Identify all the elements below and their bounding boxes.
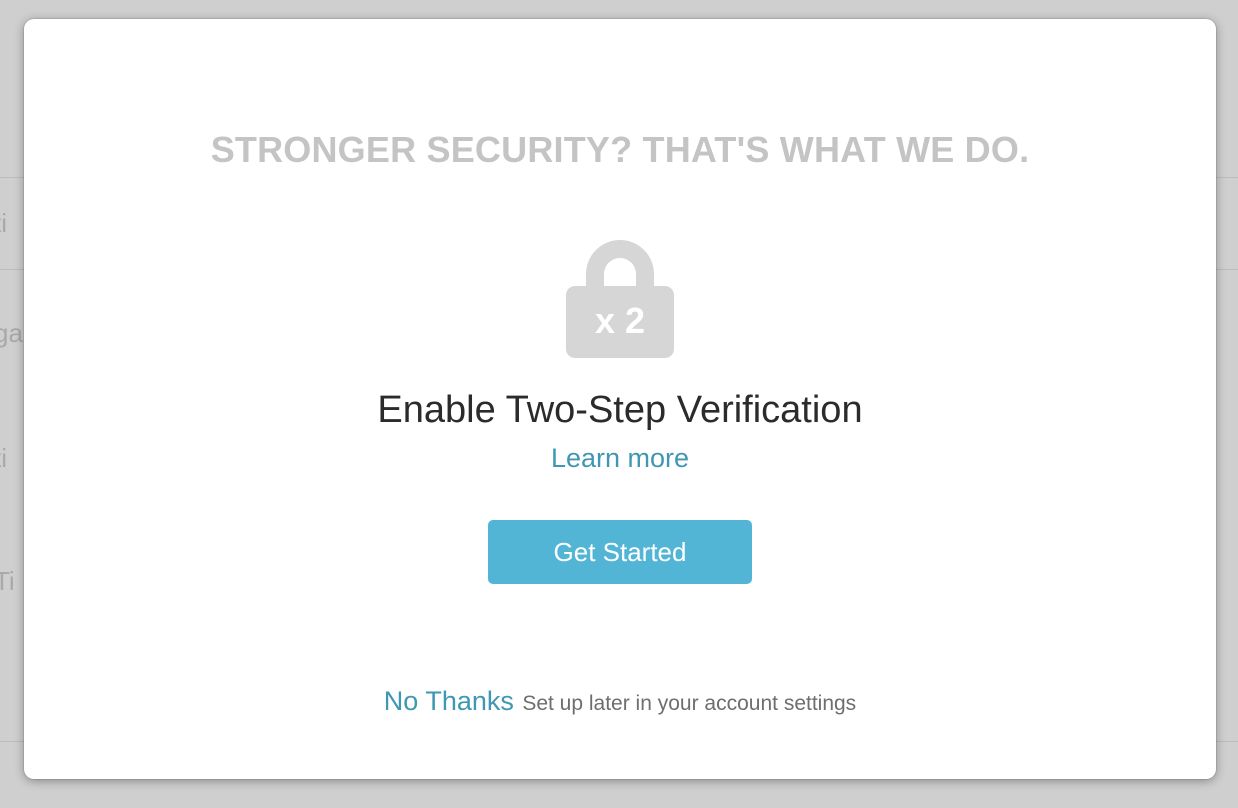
- background-text: Ti: [0, 566, 15, 596]
- no-thanks-link[interactable]: No Thanks: [384, 686, 514, 716]
- padlock-icon: x 2: [566, 226, 674, 358]
- learn-more-container: Learn more: [24, 443, 1216, 474]
- learn-more-link[interactable]: Learn more: [551, 443, 689, 473]
- two-step-verification-modal: STRONGER SECURITY? THAT'S WHAT WE DO. x …: [24, 19, 1216, 779]
- get-started-button[interactable]: Get Started: [488, 520, 752, 584]
- modal-heading: STRONGER SECURITY? THAT'S WHAT WE DO.: [210, 129, 1030, 170]
- dismiss-hint: Set up later in your account settings: [522, 692, 857, 715]
- background-text: ti: [0, 443, 7, 473]
- background-text: ti: [0, 208, 7, 238]
- dismiss-row: No Thanks Set up later in your account s…: [24, 686, 1216, 717]
- background-text: ga: [0, 318, 23, 348]
- modal-title: Enable Two-Step Verification: [377, 389, 863, 431]
- lock-multiplier-label: x 2: [594, 300, 646, 341]
